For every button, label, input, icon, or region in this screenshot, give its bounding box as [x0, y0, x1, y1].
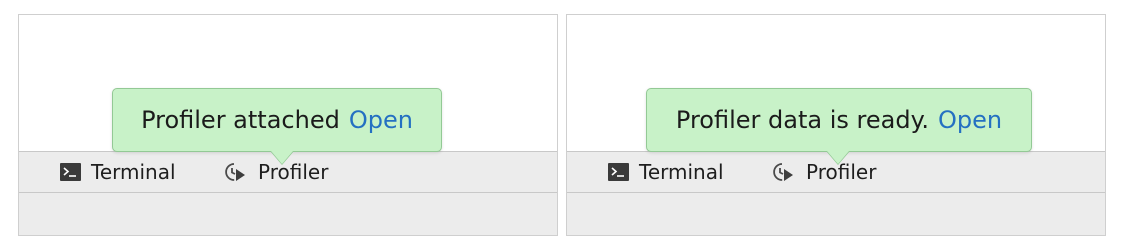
open-link[interactable]: Open	[938, 106, 1002, 134]
balloon-pointer	[827, 151, 849, 164]
ide-window-ready: Terminal Profiler Profiler data is ready…	[566, 14, 1106, 236]
terminal-label: Terminal	[91, 160, 176, 184]
notification-message: Profiler attached	[141, 106, 340, 134]
profiler-icon	[773, 163, 793, 181]
notification-balloon: Profiler data is ready. Open	[646, 88, 1032, 152]
terminal-tool-button[interactable]: Terminal	[60, 152, 176, 192]
balloon-pointer	[271, 151, 293, 164]
ide-window-attached: Terminal Profiler Profiler attached Open	[18, 14, 558, 236]
terminal-label: Terminal	[639, 160, 724, 184]
terminal-icon	[60, 163, 81, 181]
profiler-tool-button[interactable]: Profiler	[770, 152, 876, 192]
notification-message: Profiler data is ready.	[675, 106, 929, 134]
terminal-tool-button[interactable]: Terminal	[608, 152, 724, 192]
notification-balloon: Profiler attached Open	[112, 88, 442, 152]
status-strip	[567, 193, 1105, 235]
terminal-icon	[608, 163, 629, 181]
status-strip	[19, 193, 557, 235]
open-link[interactable]: Open	[349, 106, 413, 134]
profiler-icon	[225, 163, 245, 181]
